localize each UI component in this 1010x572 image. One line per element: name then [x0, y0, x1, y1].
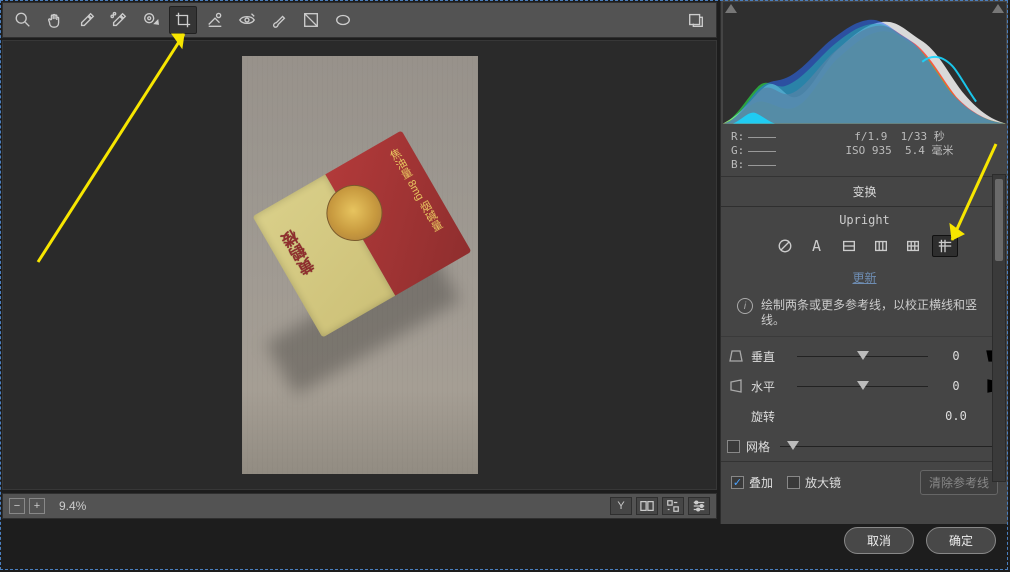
keystone-left-icon: [727, 378, 745, 394]
grid-checkbox[interactable]: [727, 440, 740, 453]
upright-off[interactable]: [772, 235, 798, 257]
label-rotate: 旋转: [751, 408, 791, 425]
crop-tool[interactable]: [169, 6, 197, 34]
panel-scrollbar[interactable]: [992, 174, 1006, 482]
label-overlay: 叠加: [749, 474, 773, 491]
label-loupe: 放大镜: [805, 474, 841, 491]
swap-button[interactable]: [662, 497, 684, 515]
label-r: R:: [731, 130, 744, 144]
redeye-tool[interactable]: [233, 6, 261, 34]
color-sampler-tool[interactable]: [105, 6, 133, 34]
upright-guided[interactable]: [932, 235, 958, 257]
exif-focal: 5.4 毫米: [905, 144, 954, 157]
loupe-checkbox[interactable]: [787, 476, 800, 489]
upright-level[interactable]: [836, 235, 862, 257]
dialog-buttons: 取消 确定: [718, 515, 1004, 566]
slider-horizontal[interactable]: 水平 0: [727, 371, 1002, 401]
settings-sliders-button[interactable]: [688, 497, 710, 515]
zoom-tool[interactable]: [9, 6, 37, 34]
hand-tool[interactable]: [41, 6, 69, 34]
upright-vertical[interactable]: [868, 235, 894, 257]
label-horizontal: 水平: [751, 378, 791, 395]
zoom-out-button[interactable]: −: [9, 498, 25, 514]
overlay-cycle-icon[interactable]: [682, 6, 710, 34]
exif-iso: ISO 935: [845, 144, 891, 157]
brush-tool[interactable]: [265, 6, 293, 34]
zoom-level: 9.4%: [59, 499, 86, 513]
label-b: B:: [731, 158, 744, 172]
value-rotate: 0.0: [934, 409, 978, 423]
keystone-bottom-icon: [727, 348, 745, 364]
slider-grid[interactable]: 网格: [727, 431, 1002, 461]
label-vertical: 垂直: [751, 348, 791, 365]
top-toolbar: [2, 2, 717, 38]
info-readout: R: G: B: f/1.9 1/33 秒 ISO 935 5.4 毫米: [721, 124, 1008, 177]
target-adjust-tool[interactable]: [137, 6, 165, 34]
label-grid: 网格: [746, 438, 770, 455]
slider-rotate[interactable]: 旋转 0.0: [727, 401, 1002, 431]
zoom-in-button[interactable]: +: [29, 498, 45, 514]
histogram[interactable]: [723, 2, 1006, 124]
slider-vertical[interactable]: 垂直 0: [727, 341, 1002, 371]
section-title-transform: 变换: [721, 177, 1008, 207]
ok-button[interactable]: 确定: [926, 527, 996, 554]
radial-tool[interactable]: [329, 6, 357, 34]
value-vertical: 0: [934, 349, 978, 363]
status-bar: − + 9.4% Y: [2, 493, 717, 519]
image-canvas[interactable]: 黄鹤楼 焦油量 8mg 烟碱量: [2, 40, 717, 490]
spot-removal-tool[interactable]: [201, 6, 229, 34]
label-g: G:: [731, 144, 744, 158]
bottom-options: 叠加 放大镜 清除参考线: [721, 461, 1008, 503]
hint-row: i 绘制两条或更多参考线，以校正横线和竖线。: [721, 294, 1008, 337]
value-horizontal: 0: [934, 379, 978, 393]
hint-text: 绘制两条或更多参考线，以校正横线和竖线。: [761, 298, 992, 328]
exif-aperture: f/1.9: [854, 130, 887, 143]
upright-title: Upright: [721, 213, 1008, 227]
update-link[interactable]: 更新: [721, 265, 1008, 294]
photo-preview: 黄鹤楼 焦油量 8mg 烟碱量: [242, 56, 478, 474]
exif-shutter: 1/33 秒: [901, 130, 945, 143]
upright-full[interactable]: [900, 235, 926, 257]
info-icon: i: [737, 298, 753, 314]
view-y-button[interactable]: Y: [610, 497, 632, 515]
sliders-section: 垂直 0 水平 0 旋转 0.0 网格: [721, 337, 1008, 461]
overlay-checkbox[interactable]: [731, 476, 744, 489]
upright-auto[interactable]: A: [804, 235, 830, 257]
eyedropper-tool[interactable]: [73, 6, 101, 34]
cancel-button[interactable]: 取消: [844, 527, 914, 554]
gradient-tool[interactable]: [297, 6, 325, 34]
clear-guides-button[interactable]: 清除参考线: [920, 470, 998, 495]
compare-button[interactable]: [636, 497, 658, 515]
right-panel: R: G: B: f/1.9 1/33 秒 ISO 935 5.4 毫米 变换 …: [720, 0, 1008, 524]
upright-section: Upright A: [721, 207, 1008, 265]
